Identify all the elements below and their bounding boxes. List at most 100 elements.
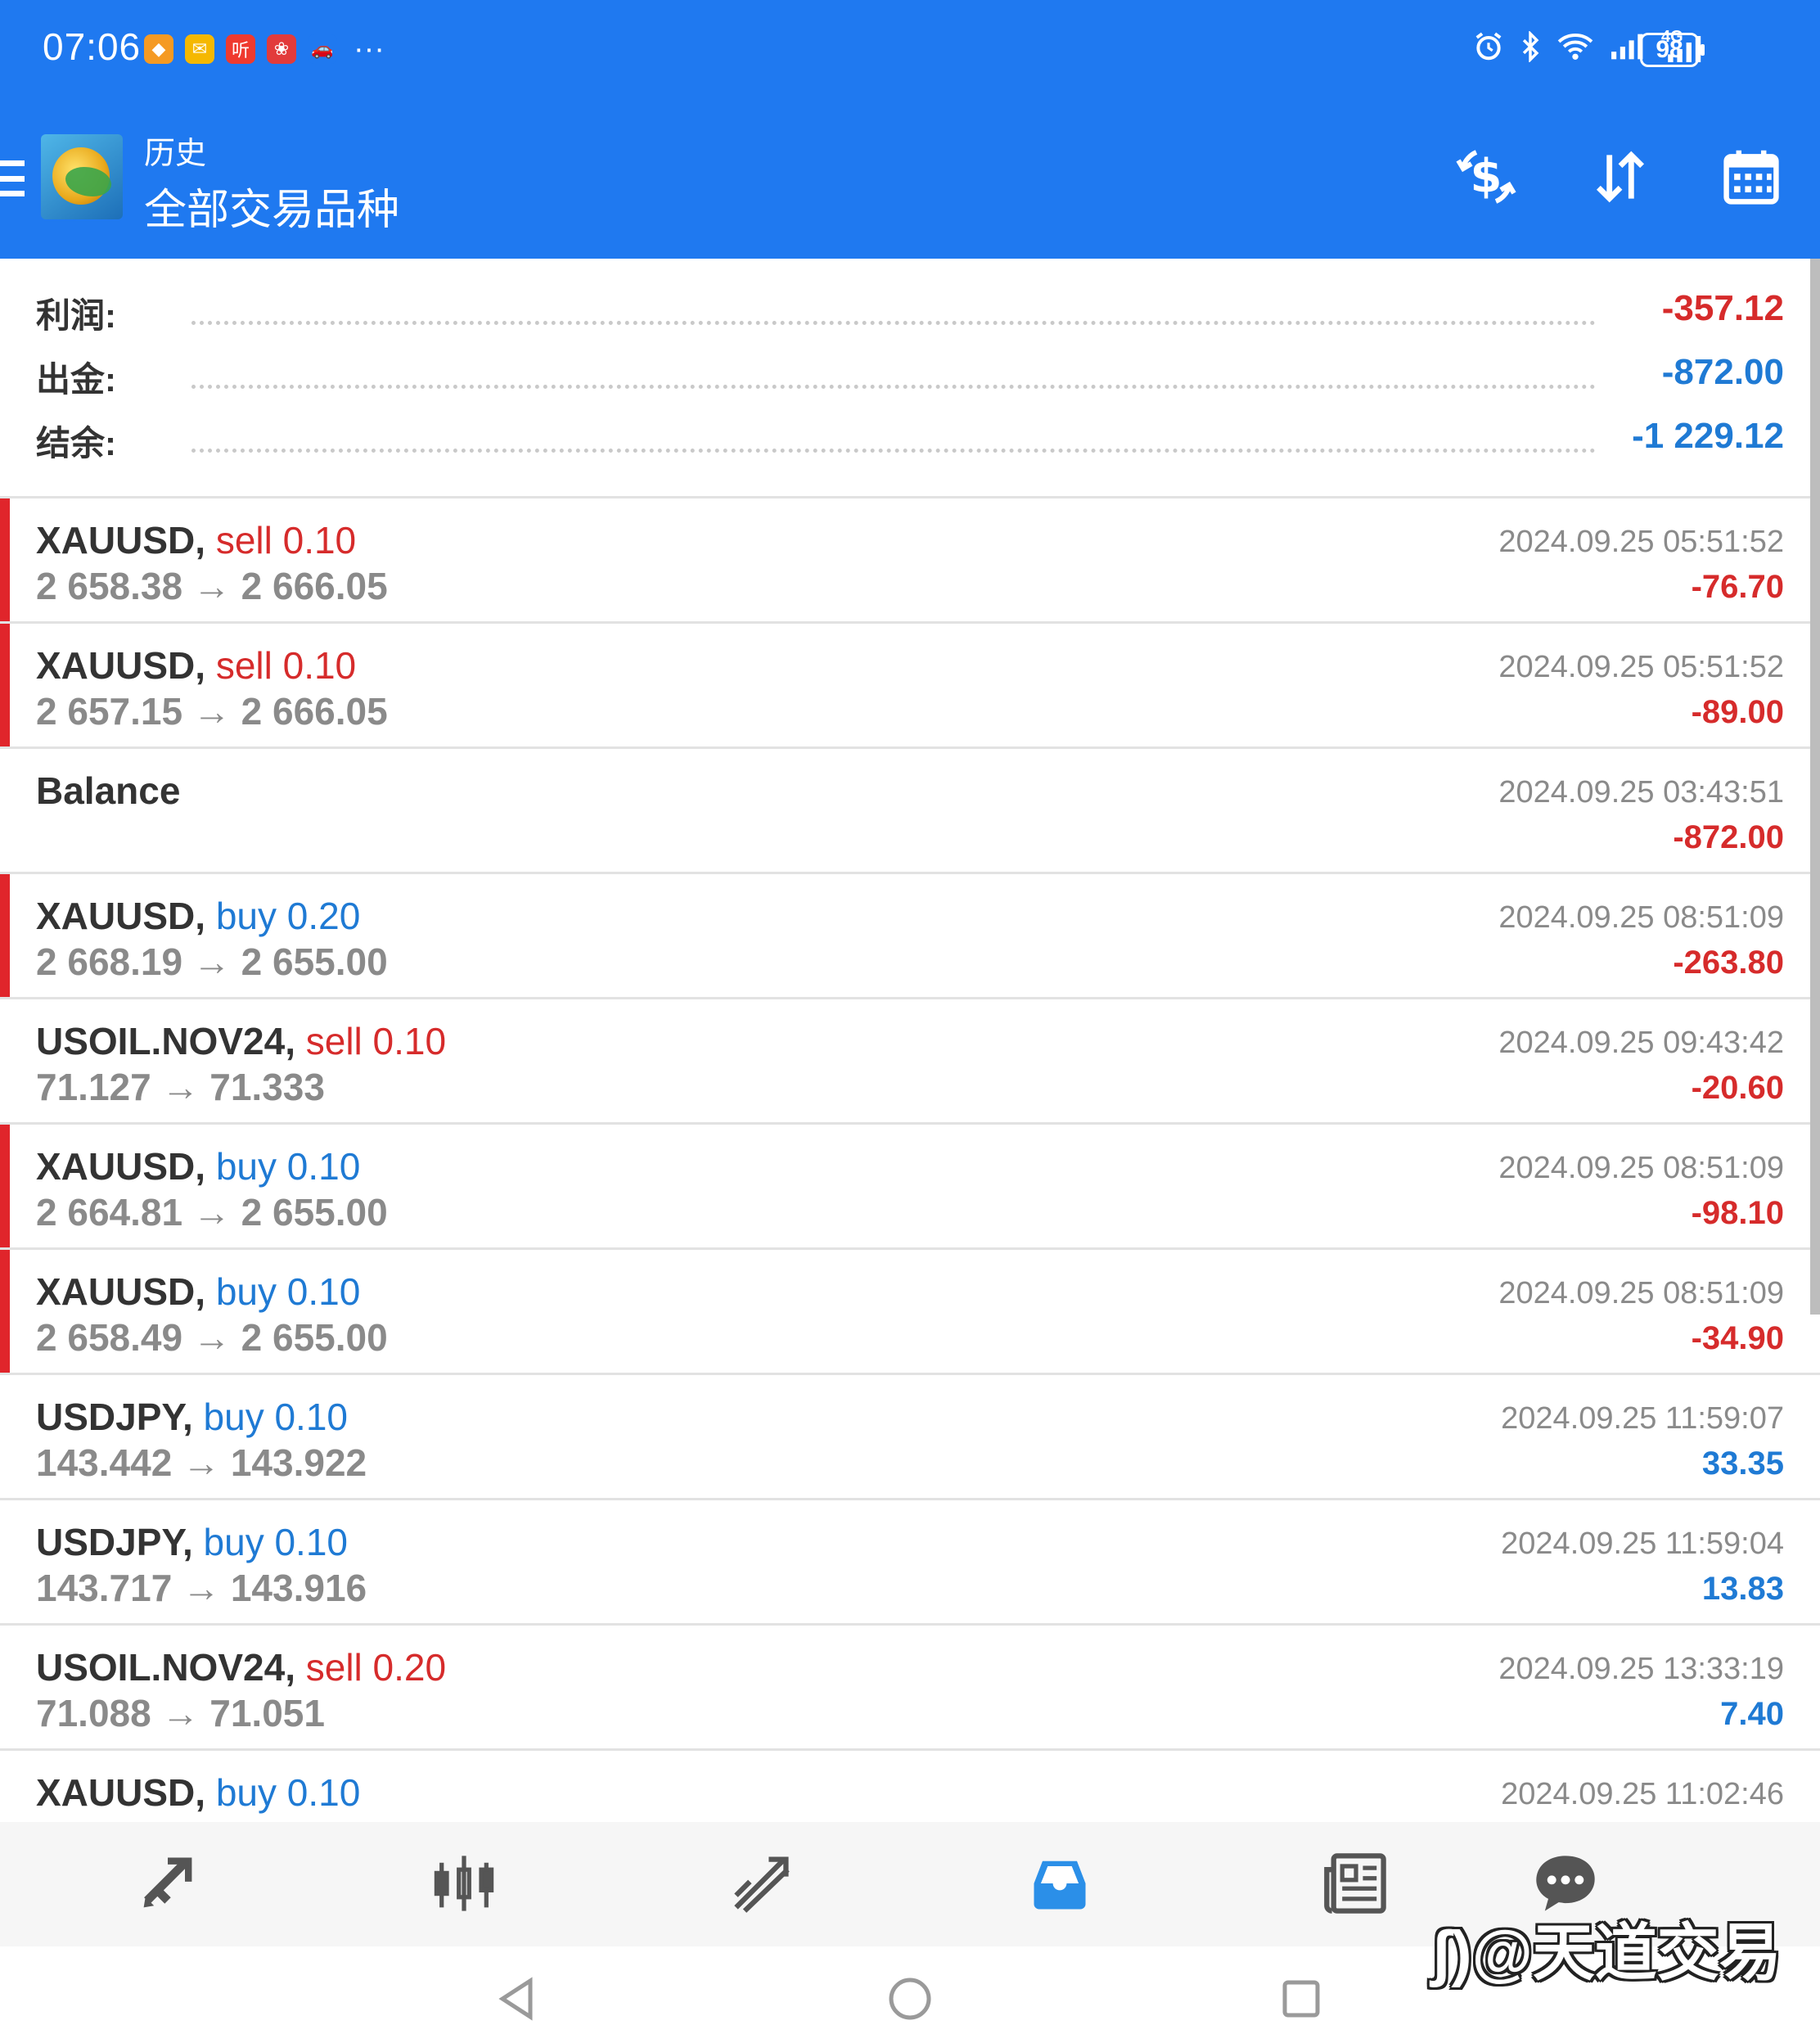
summary-row: 利润: -357.12 [36,288,1784,340]
alarm-icon [1475,32,1502,61]
deal-profit: -98.10 [1691,1195,1784,1231]
deal-datetime: 2024.09.25 03:43:51 [1498,775,1784,810]
deal-title: XAUUSD, buy 0.10 [36,1270,360,1314]
deal-profit: -20.60 [1691,1070,1784,1106]
app-red-icon: ❀ [267,34,296,64]
watermark-logo-icon: ʃ) [1430,1919,1472,1988]
deal-type: sell 0.10 [305,1020,447,1062]
wifi-icon [1557,33,1593,60]
svg-text:$: $ [1471,150,1502,203]
back-icon[interactable] [496,1976,537,2022]
deal-prices: 2 658.38 → 2 666.05 [36,565,388,607]
loss-marker [0,874,10,997]
status-bar: 07:06 ◆ ✉ 听 ❀ 🚗 ··· 4G 98 [0,0,1820,98]
deal-type: buy 0.20 [215,895,361,937]
deal-symbol: USOIL.NOV24, [36,1020,295,1062]
deal-row[interactable]: Balance 2024.09.25 03:43:51 -872.00 [0,746,1820,872]
deal-prices: 2 664.81 → 2 655.00 [36,1191,388,1233]
deal-datetime: 2024.09.25 09:43:42 [1498,1026,1784,1060]
loss-marker [0,624,10,746]
deal-datetime: 2024.09.25 11:59:07 [1501,1401,1784,1436]
deal-profit: -76.70 [1691,569,1784,605]
deal-prices: 2 668.19 → 2 655.00 [36,940,388,983]
deal-title: USOIL.NOV24, sell 0.20 [36,1645,446,1689]
deal-datetime: 2024.09.25 05:51:52 [1498,650,1784,684]
home-icon[interactable] [887,1976,933,2022]
summary-value: -872.00 [1661,352,1784,392]
deal-symbol: XAUUSD, [36,644,206,687]
bluetooth-icon [1522,31,1539,62]
deal-profit: 7.40 [1720,1696,1784,1732]
deal-profit: -89.00 [1691,694,1784,730]
summary-panel: 利润: -357.12 出金: -872.00 结余: -1 229.12 [0,259,1809,496]
deal-symbol: XAUUSD, [36,1145,206,1188]
currency-exchange-button[interactable]: $ [1453,144,1519,210]
deal-datetime: 2024.09.25 05:51:52 [1498,525,1784,559]
deal-row[interactable]: XAUUSD, buy 0.20 2 668.19 → 2 655.00 2024.… [0,872,1820,997]
deal-datetime: 2024.09.25 13:33:19 [1498,1652,1784,1686]
deal-row[interactable]: USOIL.NOV24, sell 0.10 71.127 → 71.333 202… [0,997,1820,1122]
nav-chart[interactable] [427,1847,501,1920]
deal-symbol: XAUUSD, [36,1771,206,1814]
scrollbar[interactable] [1810,259,1820,1315]
deal-profit: -34.90 [1691,1320,1784,1356]
page-title: 历史 [144,137,207,171]
deal-row[interactable]: XAUUSD, buy 0.10 2 664.81 → 2 655.00 2024.… [0,1122,1820,1247]
deal-title: XAUUSD, sell 0.10 [36,643,356,688]
more-notifications-icon: ··· [354,32,385,66]
candlestick-chart-icon [434,1856,494,1911]
recents-icon[interactable] [1282,1979,1321,2018]
deal-profit: 13.83 [1701,1571,1784,1607]
deal-type: buy 0.10 [215,1771,361,1814]
notification-icons: ◆ ✉ 听 ❀ 🚗 ··· [144,32,385,66]
deal-profit: -872.00 [1673,819,1784,855]
deal-datetime: 2024.09.25 08:51:09 [1498,1276,1784,1310]
summary-label: 出金: [36,360,116,399]
nav-news[interactable] [1319,1847,1393,1920]
deal-title: Balance [36,769,180,813]
deal-symbol: USOIL.NOV24, [36,1646,295,1689]
symbol-filter-title[interactable]: 全部交易品种 [144,175,399,237]
listen-app-icon: 听 [226,34,255,64]
deal-row[interactable]: XAUUSD, sell 0.10 2 658.38 → 2 666.05 2024… [0,496,1820,621]
mail-icon: ✉ [185,34,214,64]
deal-symbol: USDJPY, [36,1396,193,1438]
menu-icon[interactable] [0,160,25,196]
deal-row[interactable]: XAUUSD, sell 0.10 2 657.15 → 2 666.05 2024… [0,621,1820,746]
deal-title: XAUUSD, buy 0.20 [36,894,360,938]
nav-trade[interactable] [725,1847,799,1920]
deal-row[interactable]: XAUUSD, buy 0.10 2 658.49 → 2 655.00 2024.… [0,1247,1820,1373]
loss-marker [0,1125,10,1247]
calendar-icon [1723,150,1779,205]
deal-title: USDJPY, buy 0.10 [36,1520,348,1564]
nav-quotes[interactable] [131,1847,205,1920]
deal-row[interactable]: USDJPY, buy 0.10 143.717 → 143.916 2024.09… [0,1498,1820,1623]
deal-datetime: 2024.09.25 11:59:04 [1501,1527,1784,1561]
trade-chart-icon [734,1856,790,1913]
deal-type: buy 0.10 [215,1270,361,1313]
status-time: 07:06 [43,25,142,68]
sort-button[interactable] [1588,144,1653,210]
summary-label: 利润: [36,296,116,335]
app-car-icon: 🚗 [308,34,337,64]
deal-title: XAUUSD, buy 0.10 [36,1770,360,1815]
deal-prices: 2 658.49 → 2 655.00 [36,1316,388,1359]
deal-row[interactable]: USDJPY, buy 0.10 143.442 → 143.922 2024.09… [0,1373,1820,1498]
deal-symbol: XAUUSD, [36,895,206,937]
deal-profit: -263.80 [1673,945,1784,981]
deal-title: XAUUSD, buy 0.10 [36,1144,360,1188]
deal-type: buy 0.10 [203,1521,349,1563]
calendar-button[interactable] [1719,144,1784,210]
summary-value: -357.12 [1661,288,1784,328]
history-inbox-icon [1034,1860,1086,1910]
deals-list[interactable]: XAUUSD, sell 0.10 2 658.38 → 2 666.05 2024… [0,496,1820,1874]
dotted-leader [191,385,1596,389]
summary-row: 结余: -1 229.12 [36,416,1784,468]
deal-datetime: 2024.09.25 08:51:09 [1498,1151,1784,1185]
dotted-leader [191,321,1596,325]
watermark-text: @天道交易 [1471,1919,1782,1988]
nav-history[interactable] [1023,1847,1097,1920]
deal-title: USDJPY, buy 0.10 [36,1395,348,1439]
deal-row[interactable]: USOIL.NOV24, sell 0.20 71.088 → 71.051 202… [0,1623,1820,1748]
quotes-arrows-icon [143,1857,192,1908]
